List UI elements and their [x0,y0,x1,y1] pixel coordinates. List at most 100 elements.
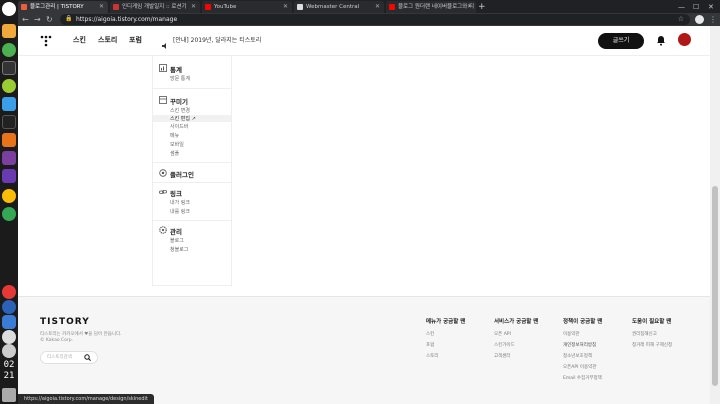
manage-sidemenu: 통계 방문 통계 꾸미기 스킨 변경 스킨 편집 ↗ 사이드바 메뉴 모바일 샘… [152,56,232,286]
footer-link[interactable]: 개인정보처리방침 [563,342,596,348]
section-title-link[interactable]: 링크 [170,188,182,198]
system-logo-icon[interactable] [2,2,16,16]
favicon-icon [113,4,119,10]
nav-story[interactable]: 스토리 [98,35,117,45]
menu-item-visit-stats[interactable]: 방문 통계 [170,75,190,82]
chrome-icon[interactable] [2,207,16,221]
write-button[interactable]: 글쓰기 [598,33,644,49]
section-title-stats[interactable]: 통계 [170,64,182,74]
footer-col-title: 정책이 궁금할 땐 [563,319,603,325]
files-icon[interactable] [2,97,16,111]
minimize-icon[interactable]: — [678,1,685,13]
divider [153,220,231,221]
close-icon[interactable]: ✕ [375,1,380,13]
close-icon[interactable]: ✕ [467,1,472,13]
unity-icon[interactable] [2,151,16,165]
plugin-icon [159,169,167,177]
chrome-icon[interactable] [2,189,16,203]
menu-item-sidebar[interactable]: 사이드바 [170,123,188,130]
menu-item-mobile[interactable]: 모바일 [170,141,184,148]
menu-item-skin-change[interactable]: 스킨 변경 [170,107,190,114]
footer-link[interactable]: 포럼 [426,342,434,348]
footer-link[interactable]: 청소년보호정책 [563,353,592,359]
divider [153,162,231,163]
lock-icon: 🔒 [65,15,73,22]
intel-icon[interactable] [2,315,16,329]
nav-skin[interactable]: 스킨 [73,35,86,45]
page-content: 스킨 스토리 포럼 [안내] 2019년, 달라지는 티스토리 글쓰기 통계 방… [18,26,710,404]
network-icon[interactable] [2,344,16,358]
bell-icon[interactable] [656,35,666,46]
menu-item-link-2[interactable]: 내를 링크 [170,208,190,215]
favicon-icon [21,4,27,10]
volume-icon[interactable] [2,388,16,402]
nav-forum[interactable]: 포럼 [129,35,142,45]
visual-studio-icon[interactable] [2,169,16,183]
back-icon[interactable]: ← [22,13,29,26]
tab-label: 블로그 원더랜 네이버블로그와 티 [398,4,475,10]
footer-link[interactable]: 고객센터 [494,353,511,359]
bluetooth-icon[interactable] [2,300,16,314]
chrome-icon[interactable] [2,43,16,57]
menu-item-skin-edit[interactable]: 스킨 편집 ↗ [153,115,231,122]
tab-label: YouTube [214,4,237,10]
menu-item-my-link[interactable]: 내가 링크 [170,199,190,206]
footer-search[interactable]: 티스토리검색 [40,351,98,364]
close-window-icon[interactable]: ✕ [708,1,714,13]
section-title-decorate[interactable]: 꾸미기 [170,96,188,106]
speaker-icon [161,35,169,49]
close-icon[interactable]: ✕ [283,1,288,13]
avatar[interactable] [678,33,691,46]
favicon-icon [389,4,395,10]
close-icon[interactable]: ✕ [99,1,104,13]
tab-3[interactable]: Webmaster Central ✕ [294,1,384,13]
tab-1[interactable]: 인디게임 개발일지 :: 로션기 ✕ [110,1,200,13]
footer-link[interactable]: 스토리 [426,353,438,359]
menu-icon[interactable]: ⋮ [709,13,717,26]
tray-icon[interactable] [2,285,16,299]
menu-item-menu[interactable]: 메뉴 [170,132,179,139]
page-scrollbar[interactable] [710,26,720,404]
section-title-plugin[interactable]: 플러그인 [170,169,194,179]
terminal-icon[interactable] [2,61,16,75]
notice-text[interactable]: [안내] 2019년, 달라지는 티스토리 [173,35,261,44]
section-title-manage[interactable]: 관리 [170,226,182,236]
footer-link[interactable]: 오픈 API [494,331,511,337]
footer-logo[interactable]: TISTORY [40,317,90,327]
editor-icon[interactable] [2,115,16,129]
footer-link[interactable]: 청거래 피해 구제신청 [632,342,672,348]
favicon-icon [297,4,303,10]
tab-0[interactable]: 블로그관리 | TISTORY ✕ [18,1,108,13]
new-tab-button[interactable]: + [478,1,486,13]
app-launcher-icon[interactable] [2,24,16,38]
decorate-icon [159,96,167,104]
favicon-icon [205,4,211,10]
footer-link[interactable]: 이용약관 [563,331,580,337]
tab-2[interactable]: YouTube ✕ [202,1,292,13]
maximize-icon[interactable]: ☐ [693,1,699,13]
search-icon[interactable] [84,354,91,361]
tistory-logo-icon[interactable] [40,35,52,47]
tab-4[interactable]: 블로그 원더랜 네이버블로그와 티 ✕ [386,1,476,13]
clock-minute: 21 [3,371,15,381]
blender-icon[interactable] [2,133,16,147]
reload-icon[interactable]: ↻ [46,13,53,26]
clock-hour: 02 [3,360,15,370]
footer-link[interactable]: 스킨가이드 [494,342,515,348]
menu-item-blog-2[interactable]: 청블로그 [170,246,188,253]
footer-link[interactable]: 오픈API 이용약관 [563,364,596,370]
scrollbar-thumb[interactable] [712,186,718,386]
menu-item-blog[interactable]: 블로그 [170,237,184,244]
close-icon[interactable]: ✕ [191,1,196,13]
tab-label: 인디게임 개발일지 :: 로션기 [122,4,187,10]
footer-link[interactable]: Email 수집거부정책 [563,375,602,381]
address-bar[interactable]: 🔒 https://aigoia.tistory.com/manage ☆ [60,14,690,25]
footer-link[interactable]: 스킨 [426,331,434,337]
menu-item-sample[interactable]: 샘플 [170,150,179,157]
footer-link[interactable]: 권리침해신고 [632,331,657,337]
profile-icon[interactable] [695,15,704,24]
forward-icon[interactable]: → [34,13,41,26]
wifi-icon[interactable] [2,330,16,344]
star-icon[interactable]: ☆ [678,14,684,25]
app-icon[interactable] [2,79,16,93]
